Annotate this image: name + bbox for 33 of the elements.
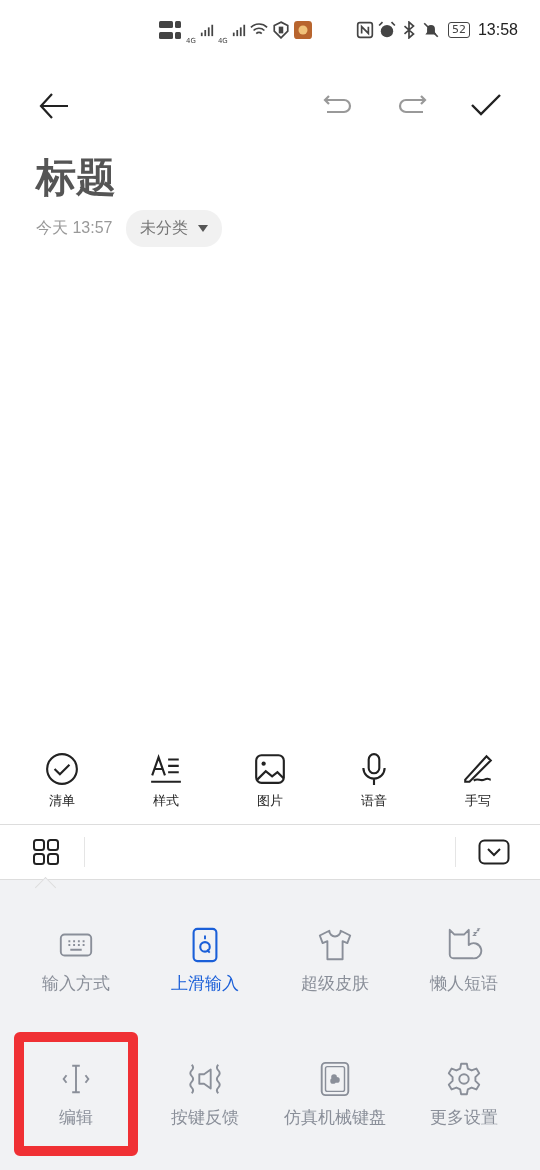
battery-icon: 52 [447, 22, 470, 38]
grid-menu-icon[interactable] [32, 838, 60, 866]
sim-icon [158, 18, 182, 42]
text-style-icon [149, 752, 183, 786]
menu-item[interactable]: 按键反馈 [143, 1032, 267, 1156]
muted-bell-icon [421, 21, 440, 39]
note-title[interactable]: 标题 [0, 152, 540, 202]
menu-item[interactable]: 上滑输入 [143, 898, 267, 1022]
shield-icon [271, 21, 290, 39]
menu-item[interactable]: 超级皮肤 [273, 898, 397, 1022]
toolbar-button[interactable]: 语音 [334, 748, 414, 814]
menu-item[interactable]: 懒人短语 [402, 898, 526, 1022]
toolbar-button[interactable]: 样式 [126, 748, 206, 814]
category-dropdown[interactable]: 未分类 [126, 210, 223, 247]
toolbar-button[interactable]: 清单 [22, 748, 102, 814]
nfc-icon [355, 21, 374, 39]
toolbar-button[interactable]: 手写 [438, 748, 518, 814]
image-icon [253, 752, 287, 786]
dropdown-triangle-icon [198, 224, 209, 233]
clock-time: 13:58 [477, 21, 518, 39]
menu-item[interactable]: 更多设置 [402, 1032, 526, 1156]
menu-item[interactable]: 仿真机械键盘 [273, 1032, 397, 1156]
note-date: 今天 13:57 [36, 218, 113, 238]
check-circle-icon [45, 752, 79, 786]
menu-item[interactable]: 输入方式 [14, 898, 138, 1022]
app-icon [293, 21, 312, 39]
hide-keyboard-icon[interactable] [478, 839, 510, 865]
signal-icon [199, 23, 214, 37]
pen-icon [461, 752, 495, 786]
toolbar-button[interactable]: 图片 [230, 748, 310, 814]
menu-item[interactable]: 编辑 [14, 1032, 138, 1156]
alarm-icon [377, 21, 396, 39]
signal-icon [231, 23, 246, 37]
